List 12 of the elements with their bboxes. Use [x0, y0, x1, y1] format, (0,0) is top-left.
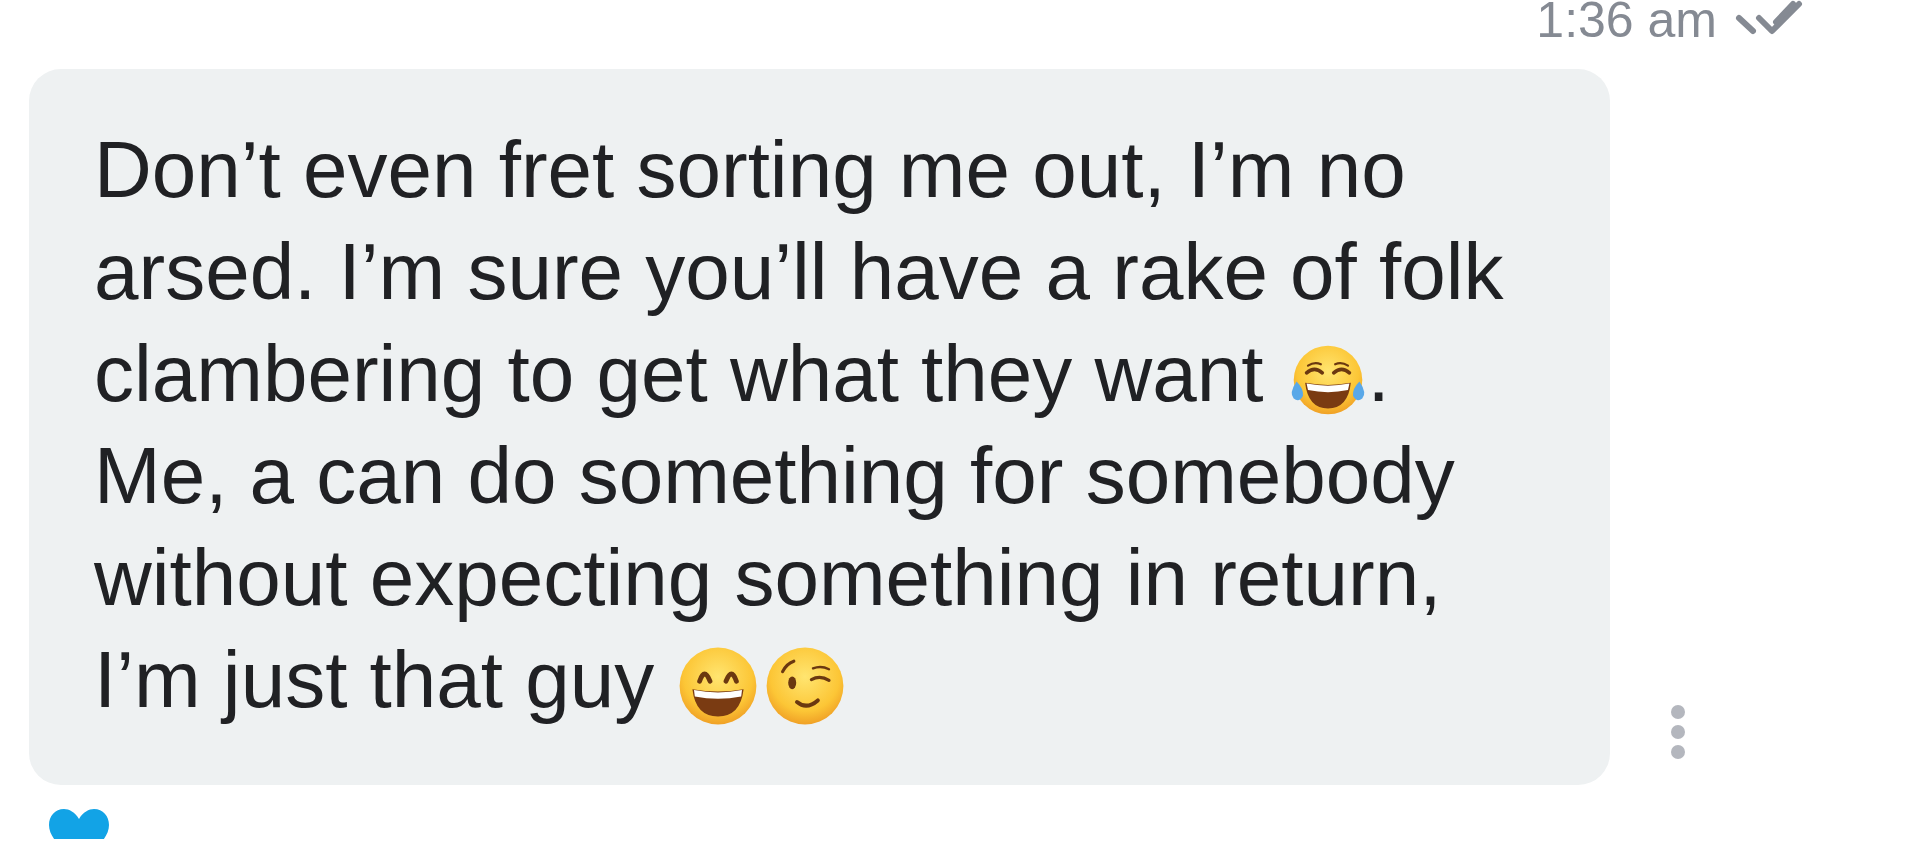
- message-text: Me, a can do something for somebody: [94, 430, 1455, 522]
- message-time: 1:36 am: [1536, 0, 1717, 40]
- grinning-face-icon: [678, 646, 759, 727]
- message-text: .: [1367, 328, 1390, 420]
- heart-icon[interactable]: [49, 809, 109, 839]
- message-text: I’m just that guy: [94, 634, 655, 726]
- message-text: clambering to get what they want: [94, 328, 1264, 420]
- message-text: arsed. I’m sure you’ll have a rake of folk: [94, 226, 1504, 318]
- message-text: without expecting something in return,: [94, 532, 1442, 624]
- message-text: Don’t even fret sorting me out, I’m no: [94, 124, 1406, 216]
- more-options-icon[interactable]: [1670, 704, 1686, 760]
- winking-face-icon: [764, 646, 845, 727]
